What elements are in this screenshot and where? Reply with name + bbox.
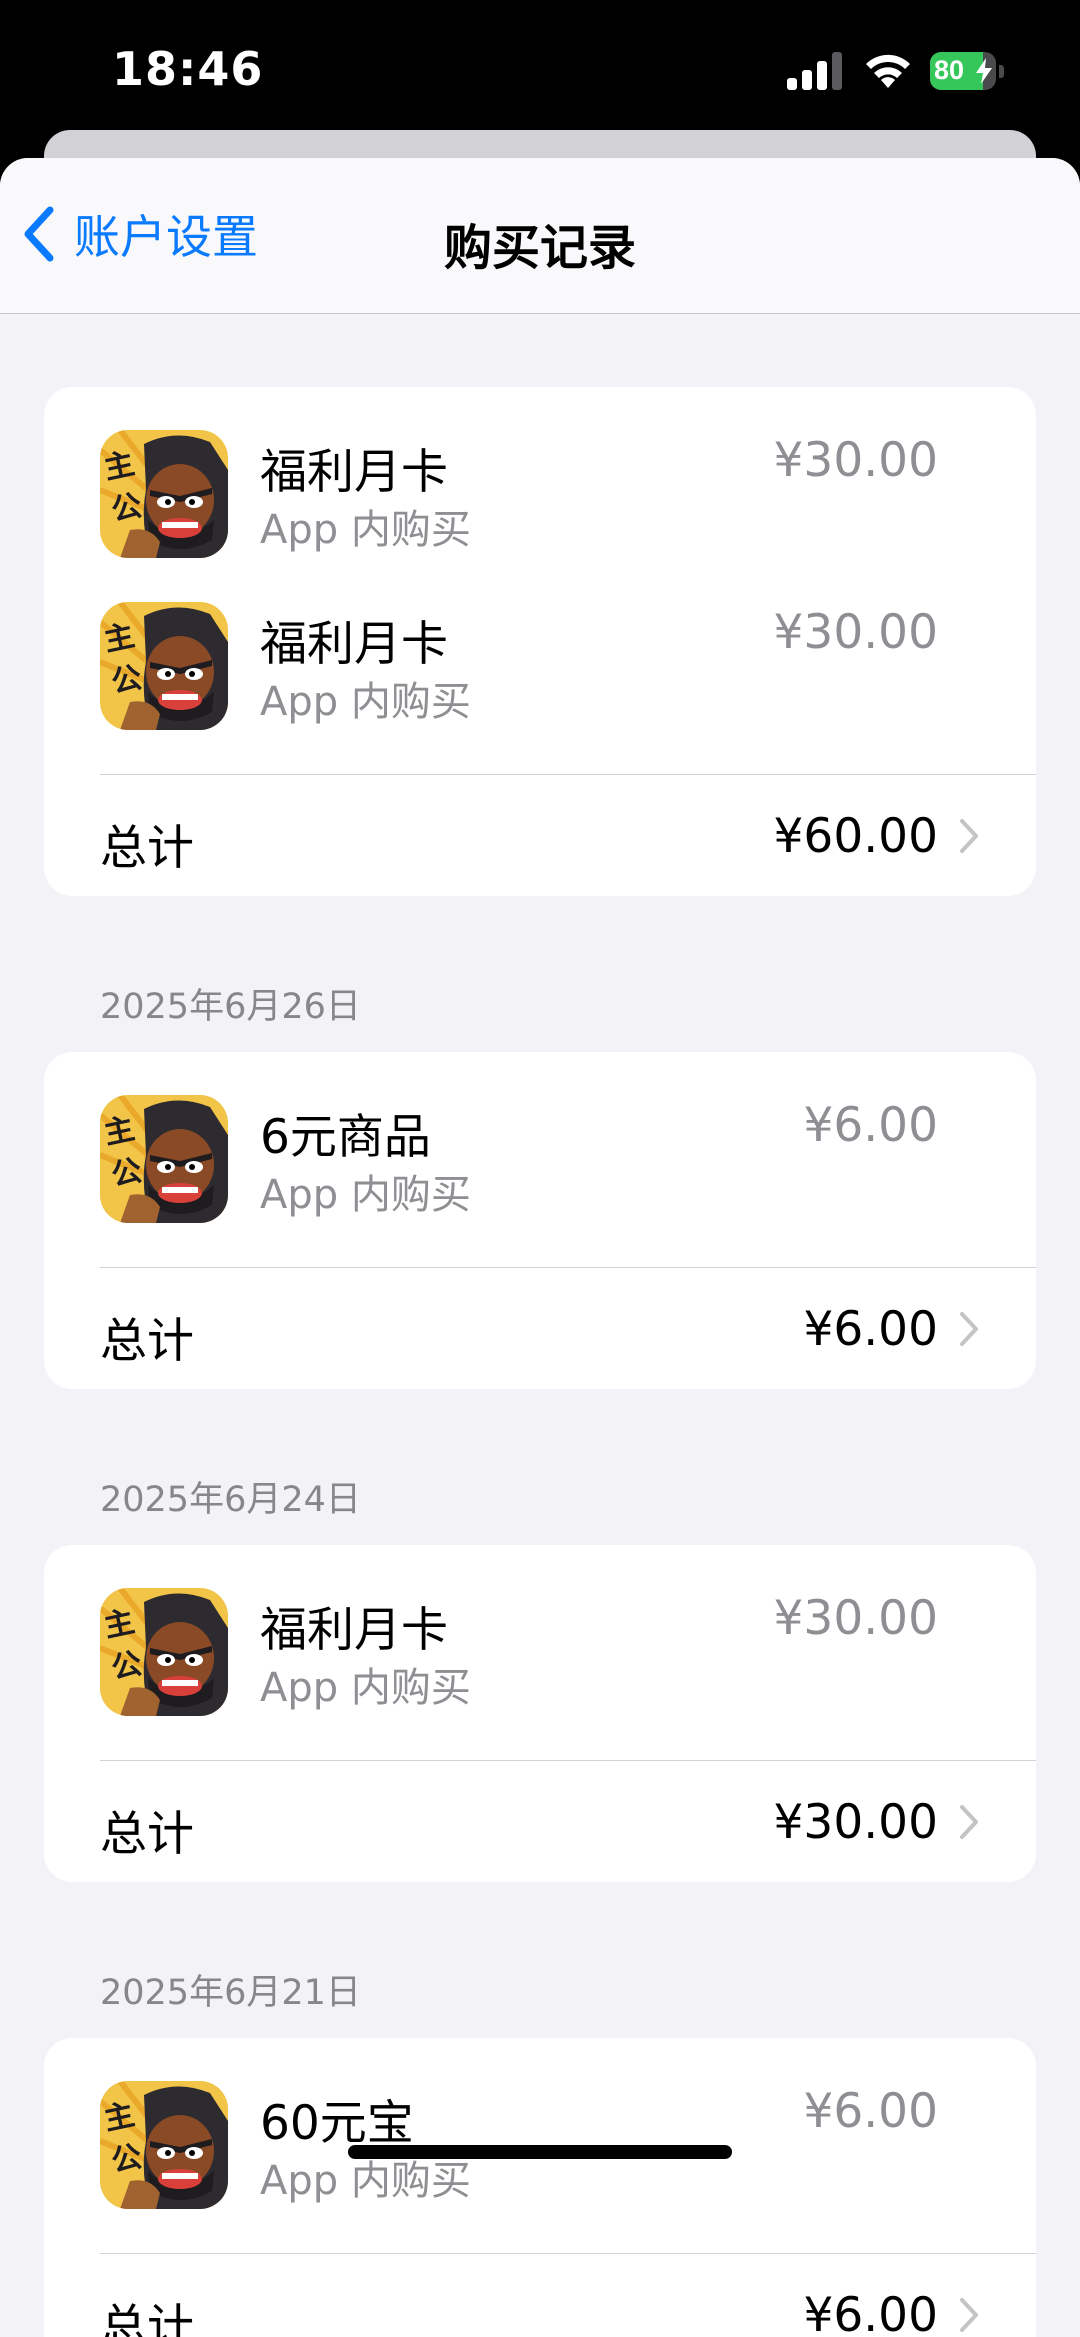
purchase-list[interactable]: 主 公 福利月卡 App 内购买 ¥30.00 主 公 福利月卡 App 内购买 ¥30… — [0, 313, 1080, 2337]
purchase-group-card: 主 公 福利月卡 App 内购买 ¥30.00 主 公 福利月卡 App 内购买 ¥30… — [44, 387, 1036, 896]
item-type: App 内购买 — [260, 679, 471, 725]
page-title: 购买记录 — [443, 220, 636, 276]
app-icon: 主 公 — [100, 1588, 228, 1716]
app-icon: 主 公 — [100, 2081, 228, 2209]
item-price: ¥6.00 — [803, 2084, 938, 2139]
battery-level-text: 80 — [934, 55, 965, 85]
status-time: 18:46 — [112, 42, 264, 96]
chevron-right-icon — [960, 2298, 978, 2332]
wifi-icon — [866, 54, 910, 88]
chevron-right-icon — [960, 1805, 978, 1839]
battery-icon: 80 — [930, 52, 1006, 90]
total-amount: ¥6.00 — [803, 1302, 938, 1357]
total-label: 总计 — [100, 821, 194, 876]
purchase-item-row[interactable]: 主 公 福利月卡 App 内购买 ¥30.00 — [44, 1545, 1036, 1717]
total-amount: ¥60.00 — [773, 809, 938, 864]
item-name: 福利月卡 — [260, 445, 448, 500]
app-icon: 主 公 — [100, 1095, 228, 1223]
item-type: App 内购买 — [260, 507, 471, 553]
purchase-history-sheet: 账户设置 购买记录 主 公 福利月卡 App 内购买 ¥30.00 主 公 福利… — [0, 158, 1080, 2337]
total-row[interactable]: 总计 ¥60.00 — [44, 775, 1036, 896]
status-bar: 18:46 80 — [0, 0, 1080, 140]
app-icon: 主 公 — [100, 430, 228, 558]
purchase-group-card: 主 公 6元商品 App 内购买 ¥6.00 总计 ¥6.00 — [44, 1052, 1036, 1389]
item-price: ¥30.00 — [773, 605, 938, 660]
purchase-item-row[interactable]: 主 公 福利月卡 App 内购买 ¥30.00 — [44, 559, 1036, 731]
purchase-item-row[interactable]: 主 公 福利月卡 App 内购买 ¥30.00 — [44, 387, 1036, 559]
charging-bolt-icon — [976, 58, 992, 84]
total-label: 总计 — [100, 2300, 194, 2337]
purchase-group-card: 主 公 福利月卡 App 内购买 ¥30.00 总计 ¥30.00 — [44, 1545, 1036, 1882]
nav-bar: 账户设置 购买记录 — [0, 158, 1080, 314]
section-date — [0, 313, 1080, 387]
item-type: App 内购买 — [260, 1172, 471, 1218]
purchase-item-row[interactable]: 主 公 60元宝 App 内购买 ¥6.00 — [44, 2038, 1036, 2210]
total-row[interactable]: 总计 ¥30.00 — [44, 1761, 1036, 1882]
total-row[interactable]: 总计 ¥6.00 — [44, 1268, 1036, 1389]
item-price: ¥6.00 — [803, 1098, 938, 1153]
chevron-right-icon — [960, 819, 978, 853]
item-type: App 内购买 — [260, 1665, 471, 1711]
chevron-right-icon — [960, 1312, 978, 1346]
signal-icon — [787, 52, 842, 90]
item-name: 6元商品 — [260, 1110, 431, 1165]
section-date: 2025年6月26日 — [100, 987, 361, 1027]
item-price: ¥30.00 — [773, 433, 938, 488]
home-indicator[interactable] — [348, 2145, 732, 2159]
section-date: 2025年6月21日 — [100, 1973, 361, 2013]
item-name: 福利月卡 — [260, 617, 448, 672]
total-amount: ¥6.00 — [803, 2288, 938, 2337]
section-date: 2025年6月24日 — [100, 1480, 361, 1520]
total-row[interactable]: 总计 ¥6.00 — [44, 2254, 1036, 2337]
app-icon: 主 公 — [100, 602, 228, 730]
item-price: ¥30.00 — [773, 1591, 938, 1646]
total-label: 总计 — [100, 1314, 194, 1369]
item-name: 福利月卡 — [260, 1603, 448, 1658]
total-label: 总计 — [100, 1807, 194, 1862]
item-name: 60元宝 — [260, 2096, 414, 2151]
total-amount: ¥30.00 — [773, 1795, 938, 1850]
purchase-item-row[interactable]: 主 公 6元商品 App 内购买 ¥6.00 — [44, 1052, 1036, 1224]
purchase-group-card: 主 公 60元宝 App 内购买 ¥6.00 总计 ¥6.00 — [44, 2038, 1036, 2337]
